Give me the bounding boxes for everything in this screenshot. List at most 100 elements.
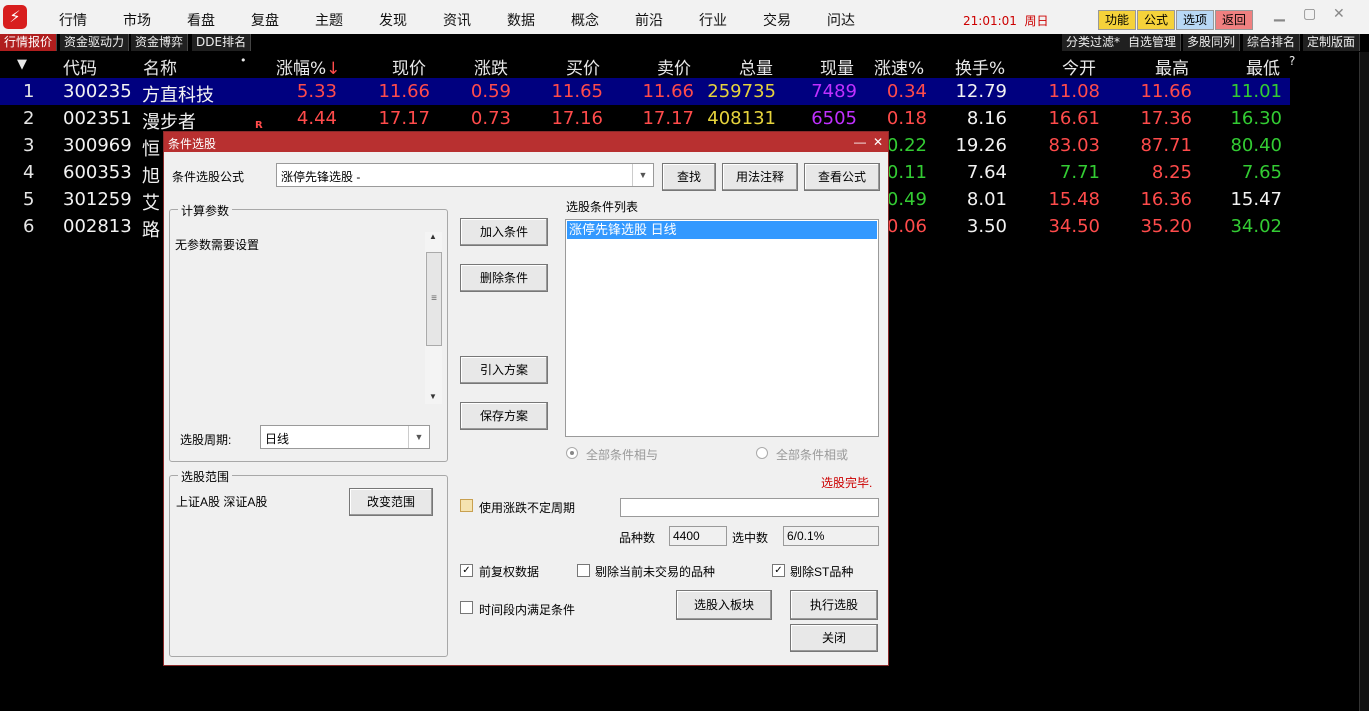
condition-list[interactable]: 涨停先锋选股 日线	[565, 219, 879, 437]
menu-trade[interactable]: 交易	[763, 10, 791, 30]
header-volume[interactable]: 总量	[739, 54, 773, 79]
tab-quotes[interactable]: 行情报价	[0, 34, 58, 51]
tab-category-filter[interactable]: 分类过滤*	[1062, 34, 1126, 51]
menu-topics[interactable]: 主题	[315, 10, 343, 30]
menu-concept[interactable]: 概念	[571, 10, 599, 30]
tab-watchlist-manage[interactable]: 自选管理	[1124, 34, 1182, 51]
variable-period-checkbox[interactable]	[460, 499, 473, 512]
menu-market[interactable]: 市场	[123, 10, 151, 30]
tab-dde-rank[interactable]: DDE排名	[192, 34, 252, 51]
open: 16.61	[1048, 108, 1100, 129]
variable-period-input[interactable]	[620, 498, 879, 517]
menu-discover[interactable]: 发现	[379, 10, 407, 30]
tab-composite-rank[interactable]: 综合排名	[1243, 34, 1301, 51]
chevron-down-icon[interactable]: ▼	[632, 164, 653, 186]
table-row[interactable]: 1 300235 方直科技 5.33 11.66 0.59 11.65 11.6…	[0, 78, 1290, 106]
grid-scrollbar[interactable]	[1359, 52, 1369, 711]
usage-notes-button[interactable]: 用法注释	[722, 163, 798, 191]
forward-adjust-checkbox[interactable]: ✓	[460, 564, 473, 577]
header-diff[interactable]: 涨跌	[474, 54, 508, 79]
header-low[interactable]: 最低	[1246, 54, 1280, 79]
stock-name: 方直科技	[142, 85, 214, 106]
turnover: 19.26	[955, 135, 1007, 156]
view-formula-button[interactable]: 查看公式	[804, 163, 880, 191]
sort-menu-icon[interactable]: ▼	[17, 57, 27, 72]
delete-condition-button[interactable]: 删除条件	[460, 264, 548, 292]
scroll-up-icon[interactable]: ▲	[429, 232, 437, 241]
period-select[interactable]: 日线 ▼	[260, 425, 430, 449]
clock: 21:01:01 周日	[963, 14, 1049, 28]
stock-name: 艾	[142, 193, 160, 214]
list-item[interactable]: 涨停先锋选股 日线	[567, 221, 877, 239]
tab-capital-game[interactable]: 资金博弈	[131, 34, 189, 51]
exclude-st-checkbox[interactable]: ✓	[772, 564, 785, 577]
dialog-title-bar[interactable]: 条件选股 — ✕	[164, 132, 888, 152]
find-button[interactable]: 查找	[662, 163, 716, 191]
help-icon[interactable]: ?	[1289, 54, 1295, 68]
header-name[interactable]: 名称	[143, 54, 177, 79]
app-logo-icon[interactable]: ⚡	[3, 5, 27, 29]
time-range-checkbox[interactable]	[460, 601, 473, 614]
calc-params-title: 计算参数	[178, 202, 233, 219]
params-scrollbar[interactable]: ▲ ≡ ▼	[425, 232, 442, 404]
high: 87.71	[1140, 135, 1192, 156]
scroll-thumb[interactable]: ≡	[426, 252, 442, 346]
formula-button[interactable]: 公式	[1137, 10, 1175, 30]
menu-industry[interactable]: 行业	[699, 10, 727, 30]
scroll-down-icon[interactable]: ▼	[429, 392, 437, 401]
bid: 11.65	[551, 81, 603, 102]
dialog-close-icon[interactable]: ✕	[873, 135, 883, 149]
options-button[interactable]: 选项	[1176, 10, 1214, 30]
margin-flag-badge: R	[255, 120, 263, 131]
exclude-untraded-checkbox[interactable]	[577, 564, 590, 577]
close-window-icon[interactable]: ✕	[1333, 6, 1345, 22]
menu-market-quotes[interactable]: 行情	[59, 10, 87, 30]
close-button[interactable]: 关闭	[790, 624, 878, 652]
tab-multi-stock[interactable]: 多股同列	[1183, 34, 1241, 51]
menu-ask[interactable]: 问达	[827, 10, 855, 30]
header-open[interactable]: 今开	[1062, 54, 1096, 79]
open: 11.08	[1048, 81, 1100, 102]
volume: 259735	[707, 81, 776, 102]
header-code[interactable]: 代码	[63, 54, 97, 79]
dialog-minimize-icon[interactable]: —	[854, 135, 866, 149]
function-button[interactable]: 功能	[1098, 10, 1136, 30]
all-or-radio[interactable]	[756, 447, 768, 459]
save-plan-button[interactable]: 保存方案	[460, 402, 548, 430]
header-ask[interactable]: 卖价	[657, 54, 691, 79]
table-row[interactable]: 2 002351 漫步者 R 4.44 17.17 0.73 17.16 17.…	[0, 105, 1290, 133]
selected-field: 6/0.1%	[783, 526, 879, 546]
all-and-label: 全部条件相与	[586, 448, 659, 462]
header-speed[interactable]: 涨速%	[874, 54, 924, 79]
all-and-radio[interactable]	[566, 447, 578, 459]
ask: 17.17	[642, 108, 694, 129]
back-button[interactable]: 返回	[1215, 10, 1253, 30]
header-bid[interactable]: 买价	[566, 54, 600, 79]
maximize-window-icon[interactable]: ▢	[1303, 6, 1316, 22]
header-high[interactable]: 最高	[1155, 54, 1189, 79]
chevron-down-icon[interactable]: ▼	[408, 426, 429, 448]
minimize-window-icon[interactable]: ▁	[1274, 6, 1285, 22]
stock-name: 路	[142, 220, 160, 241]
tab-capital-drive[interactable]: 资金驱动力	[60, 34, 130, 51]
formula-select[interactable]: 涨停先锋选股 - ▼	[276, 163, 654, 187]
tab-custom-layout[interactable]: 定制版面	[1303, 34, 1361, 51]
import-plan-button[interactable]: 引入方案	[460, 356, 548, 384]
open: 83.03	[1048, 135, 1100, 156]
all-or-label: 全部条件相或	[776, 448, 849, 462]
header-turnover[interactable]: 换手%	[955, 54, 1005, 79]
stock-code: 002351	[63, 108, 132, 129]
menu-data[interactable]: 数据	[507, 10, 535, 30]
header-current-volume[interactable]: 现量	[820, 54, 854, 79]
add-condition-button[interactable]: 加入条件	[460, 218, 548, 246]
menu-news[interactable]: 资讯	[443, 10, 471, 30]
bid: 17.16	[551, 108, 603, 129]
menu-watch[interactable]: 看盘	[187, 10, 215, 30]
menu-review[interactable]: 复盘	[251, 10, 279, 30]
execute-button[interactable]: 执行选股	[790, 590, 878, 620]
header-price[interactable]: 现价	[392, 54, 426, 79]
to-block-button[interactable]: 选股入板块	[676, 590, 772, 620]
header-change-pct[interactable]: 涨幅%↓	[276, 54, 340, 79]
menu-frontier[interactable]: 前沿	[635, 10, 663, 30]
change-range-button[interactable]: 改变范围	[349, 488, 433, 516]
